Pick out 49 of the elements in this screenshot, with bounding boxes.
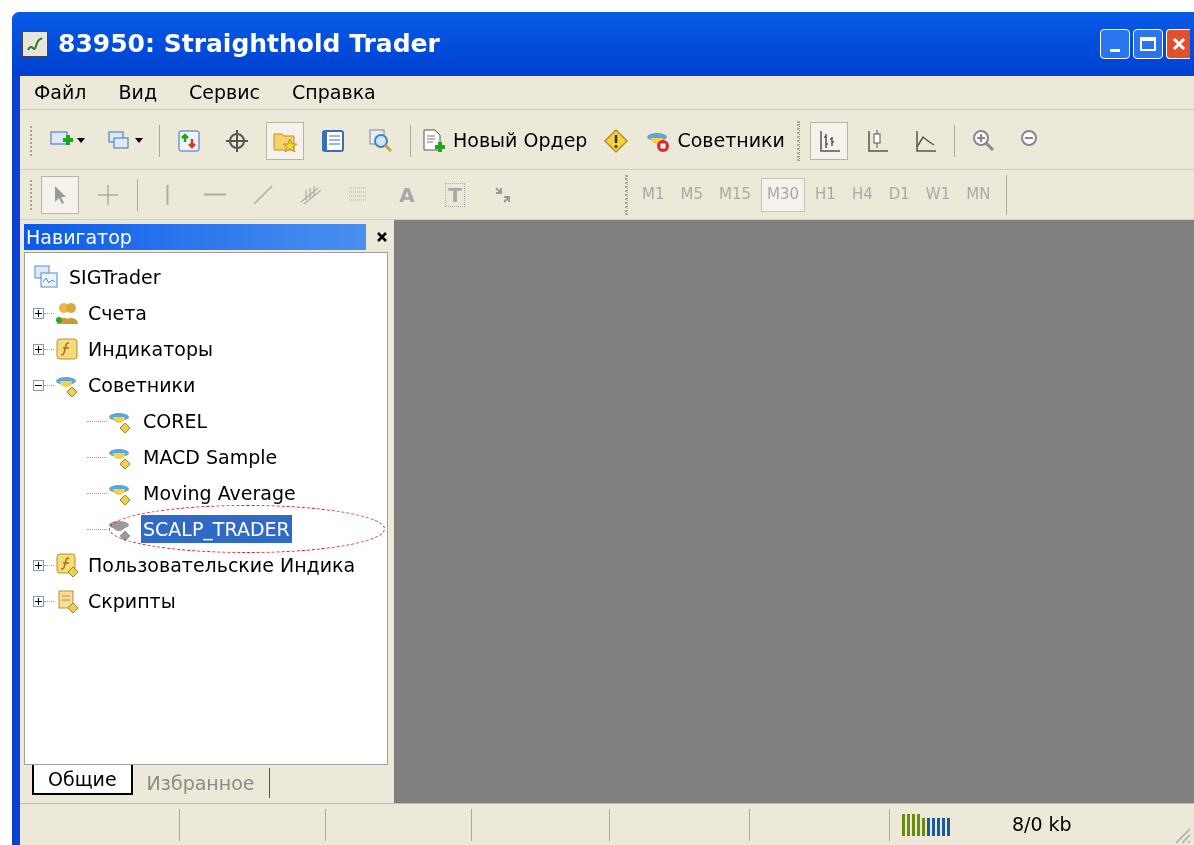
tree-item[interactable]: Moving Average <box>141 478 298 508</box>
menu-item[interactable]: Сервис <box>189 78 261 107</box>
crosshair-icon <box>224 127 250 154</box>
magnifier-chart-icon <box>368 127 394 154</box>
menu-item[interactable]: Файл <box>34 78 87 107</box>
function-icon <box>54 552 80 578</box>
chart-windows-icon <box>33 264 59 290</box>
connection-bars-icon <box>902 813 952 836</box>
document-plus-icon <box>421 127 447 154</box>
traffic-text: 8/0 kb <box>1012 812 1072 838</box>
tree-item[interactable]: Советники <box>88 370 196 400</box>
up-down-arrows-icon <box>176 127 202 154</box>
expand-toggle[interactable] <box>33 595 44 607</box>
horizontal-line-icon <box>204 193 226 196</box>
toolbar-button[interactable]: Новый Ордер <box>421 121 588 160</box>
app-icon <box>22 31 48 57</box>
close-icon <box>1170 36 1187 52</box>
zoom-in-icon <box>970 127 997 154</box>
close-icon[interactable] <box>376 231 388 243</box>
expand-toggle[interactable] <box>33 307 44 319</box>
tree-item[interactable]: MACD Sample <box>141 442 280 472</box>
tree-item[interactable]: COREL <box>141 406 209 436</box>
minimize-button[interactable] <box>1100 29 1130 59</box>
people-icon <box>54 300 80 326</box>
panel-tab[interactable]: Общие <box>32 765 133 795</box>
window-title: 83950: Straighthold Trader <box>58 28 440 61</box>
menu-item[interactable]: Справка <box>292 78 376 107</box>
collapse-toggle[interactable] <box>33 379 44 391</box>
warning-icon <box>603 127 630 154</box>
tree-item[interactable]: Пользовательские Индика <box>88 550 356 580</box>
tree-item[interactable]: SIGTrader <box>69 262 161 292</box>
maximize-button[interactable] <box>1133 29 1163 59</box>
vertical-line-icon <box>165 184 169 205</box>
expand-toggle[interactable] <box>33 343 44 355</box>
tree-item[interactable]: Скрипты <box>88 586 176 616</box>
panel-title: Навигатор <box>24 224 366 250</box>
caret-icon <box>77 138 85 143</box>
tree-item[interactable]: SCALP_TRADER <box>141 514 292 544</box>
toolbar-button[interactable] <box>809 121 848 160</box>
list-window-icon <box>320 127 346 154</box>
menu-item[interactable]: Вид <box>118 78 158 107</box>
drawing-tool-button[interactable] <box>41 175 79 214</box>
caret-icon <box>135 138 143 143</box>
expand-toggle[interactable] <box>33 559 44 571</box>
function-icon <box>54 336 80 362</box>
close-button[interactable] <box>1166 29 1190 59</box>
toolbar-button[interactable]: Советники <box>645 121 785 160</box>
tree-item[interactable]: Индикаторы <box>88 334 213 364</box>
tree-item[interactable]: Счета <box>88 298 147 328</box>
